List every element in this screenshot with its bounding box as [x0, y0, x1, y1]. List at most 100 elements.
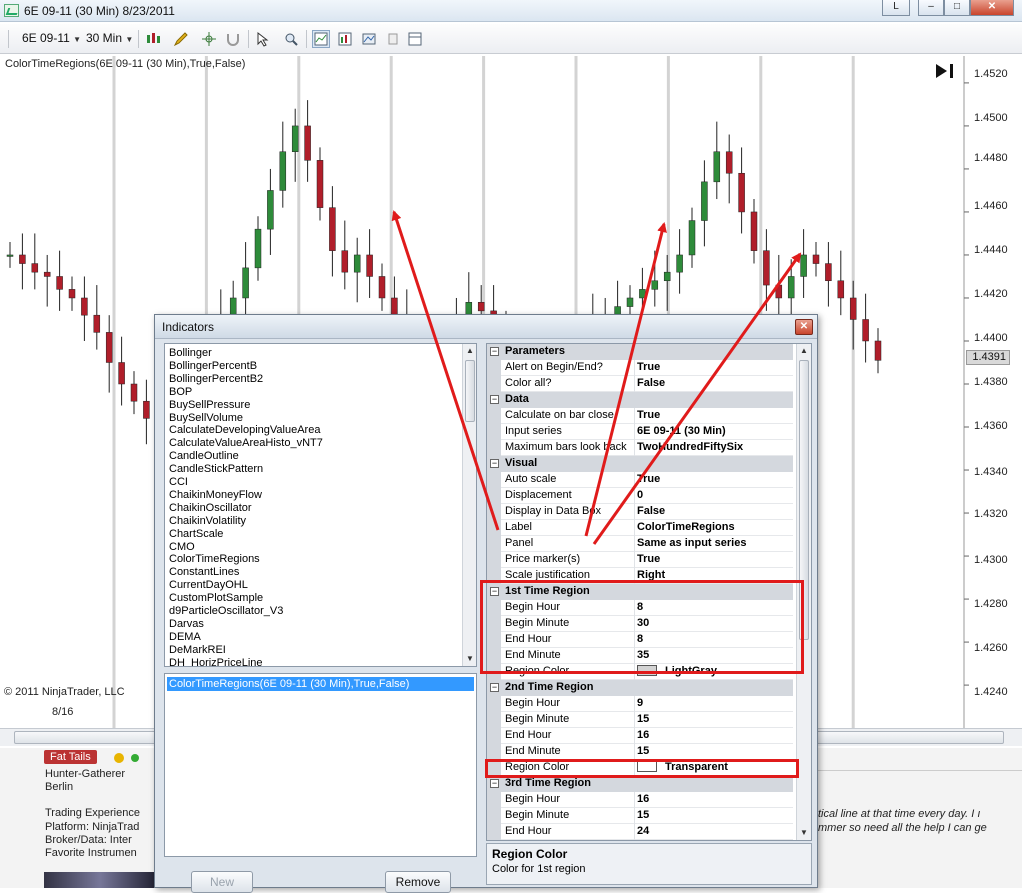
property-row[interactable]: Panel Same as input series	[487, 536, 793, 552]
indicator-list-item[interactable]: Bollinger	[169, 347, 212, 360]
crosshair-icon[interactable]	[200, 30, 218, 48]
remove-button[interactable]: Remove	[385, 871, 451, 893]
collapse-icon[interactable]: −	[490, 459, 499, 468]
indicator-list-item[interactable]: d9ParticleOscillator_V3	[169, 605, 283, 618]
panel-icon[interactable]	[406, 30, 424, 48]
scroll-down-icon[interactable]: ▼	[797, 826, 811, 840]
new-button[interactable]: New	[191, 871, 253, 893]
property-value[interactable]: False	[637, 505, 665, 517]
indicator-list-item[interactable]: CandleOutline	[169, 450, 239, 463]
list-scrollbar[interactable]: ▲ ▼	[462, 344, 476, 666]
property-row[interactable]: Calculate on bar close True	[487, 408, 793, 424]
indicator-list-item[interactable]: DEMA	[169, 631, 201, 644]
property-category[interactable]: − Parameters	[487, 344, 793, 360]
scroll-to-end-icon[interactable]	[934, 62, 956, 80]
scroll-down-icon[interactable]: ▼	[463, 652, 476, 666]
maximize-button[interactable]: □	[944, 0, 970, 16]
collapse-icon[interactable]: −	[490, 395, 499, 404]
strategies-icon[interactable]	[336, 30, 354, 48]
close-button[interactable]: ✕	[970, 0, 1014, 16]
indicator-list-item[interactable]: BollingerPercentB2	[169, 373, 263, 386]
property-value[interactable]: TwoHundredFiftySix	[637, 441, 743, 453]
indicator-list-item[interactable]: ConstantLines	[169, 566, 239, 579]
property-value[interactable]: 15	[637, 745, 649, 757]
indicator-list-item[interactable]: CurrentDayOHL	[169, 579, 248, 592]
bars-style-icon[interactable]	[144, 30, 162, 48]
instrument-selector[interactable]: 6E 09-11 ▼	[22, 31, 81, 45]
property-value[interactable]: 0	[637, 489, 643, 501]
property-category[interactable]: −3rd Time Region	[487, 776, 793, 792]
property-row[interactable]: Display in Data Box False	[487, 504, 793, 520]
property-row[interactable]: Label ColorTimeRegions	[487, 520, 793, 536]
property-row[interactable]: Begin Hour 9	[487, 696, 793, 712]
property-row[interactable]: Maximum bars look back TwoHundredFiftySix	[487, 440, 793, 456]
property-row[interactable]: Begin Minute 15	[487, 808, 793, 824]
chart-properties-icon[interactable]	[360, 30, 378, 48]
indicators-icon[interactable]	[312, 30, 330, 48]
property-category[interactable]: −2nd Time Region	[487, 680, 793, 696]
indicator-list-item[interactable]: CCI	[169, 476, 188, 489]
indicator-list-item[interactable]: CalculateDevelopingValueArea	[169, 424, 320, 437]
property-row[interactable]: End Hour 16	[487, 728, 793, 744]
property-row[interactable]: Alert on Begin/End? True	[487, 360, 793, 376]
minimize-button[interactable]: –	[918, 0, 944, 16]
indicator-list-item[interactable]: BuySellPressure	[169, 399, 250, 412]
indicator-list-item[interactable]: ChartScale	[169, 528, 223, 541]
property-value[interactable]: 16	[637, 793, 649, 805]
property-value[interactable]: 15	[637, 713, 649, 725]
indicator-list-item[interactable]: ChaikinOscillator	[169, 502, 252, 515]
applied-indicators-list[interactable]: ColorTimeRegions(6E 09-11 (30 Min),True,…	[164, 673, 477, 857]
indicator-list-item[interactable]: ChaikinVolatility	[169, 515, 246, 528]
property-row[interactable]: Color all? False	[487, 376, 793, 392]
indicator-list-item[interactable]: BuySellVolume	[169, 412, 243, 425]
property-row[interactable]: Input series 6E 09-11 (30 Min)	[487, 424, 793, 440]
property-value[interactable]: True	[637, 553, 660, 565]
property-row[interactable]: Price marker(s) True	[487, 552, 793, 568]
applied-indicator-item[interactable]: ColorTimeRegions(6E 09-11 (30 Min),True,…	[167, 677, 474, 691]
link-button[interactable]: L	[882, 0, 910, 16]
indicator-list-item[interactable]: CustomPlotSample	[169, 592, 263, 605]
collapse-icon[interactable]: −	[490, 779, 499, 788]
property-value[interactable]: 15	[637, 809, 649, 821]
property-row[interactable]: End Hour 24	[487, 824, 793, 840]
scroll-up-icon[interactable]: ▲	[797, 344, 811, 358]
magnet-icon[interactable]	[224, 30, 242, 48]
property-value[interactable]: True	[637, 409, 660, 421]
available-indicators-list[interactable]: Bollinger BollingerPercentB BollingerPerce…	[164, 343, 477, 667]
collapse-icon[interactable]: −	[490, 347, 499, 356]
property-row[interactable]: Displacement 0	[487, 488, 793, 504]
property-value[interactable]: 9	[637, 697, 643, 709]
property-row[interactable]: Begin Minute 15	[487, 712, 793, 728]
indicator-list-item[interactable]: DH_HorizPriceLine	[169, 657, 263, 666]
property-value[interactable]: 16	[637, 729, 649, 741]
scrollbar-thumb[interactable]	[465, 360, 475, 422]
interval-selector[interactable]: 30 Min ▼	[86, 31, 133, 45]
indicator-list-item[interactable]: Darvas	[169, 618, 204, 631]
property-value[interactable]: False	[637, 377, 665, 389]
indicator-list-item[interactable]: BollingerPercentB	[169, 360, 257, 373]
collapse-icon[interactable]: −	[490, 683, 499, 692]
property-row[interactable]: Begin Hour 16	[487, 792, 793, 808]
indicator-list-item[interactable]: ColorTimeRegions	[169, 553, 260, 566]
data-box-icon[interactable]	[384, 30, 402, 48]
property-value[interactable]: Same as input series	[637, 537, 746, 549]
indicator-list-item[interactable]: CalculateValueAreaHisto_vNT7	[169, 437, 323, 450]
indicator-list-item[interactable]: DeMarkREI	[169, 644, 226, 657]
pointer-icon[interactable]	[254, 30, 272, 48]
property-value[interactable]: 6E 09-11 (30 Min)	[637, 425, 726, 437]
scroll-up-icon[interactable]: ▲	[463, 344, 476, 358]
indicator-list-item[interactable]: ChaikinMoneyFlow	[169, 489, 262, 502]
property-row[interactable]: Auto scale True	[487, 472, 793, 488]
property-category[interactable]: − Data	[487, 392, 793, 408]
indicator-list-item[interactable]: CandleStickPattern	[169, 463, 263, 476]
user-badge[interactable]: Fat Tails	[44, 750, 97, 764]
property-value[interactable]: True	[637, 361, 660, 373]
pencil-icon[interactable]	[172, 30, 190, 48]
indicator-list-item[interactable]: CMO	[169, 541, 195, 554]
property-value[interactable]: ColorTimeRegions	[637, 521, 735, 533]
property-category[interactable]: − Visual	[487, 456, 793, 472]
property-value[interactable]: 24	[637, 825, 649, 837]
property-value[interactable]: True	[637, 473, 660, 485]
dialog-close-button[interactable]: ✕	[795, 319, 813, 335]
indicator-list-item[interactable]: BOP	[169, 386, 192, 399]
